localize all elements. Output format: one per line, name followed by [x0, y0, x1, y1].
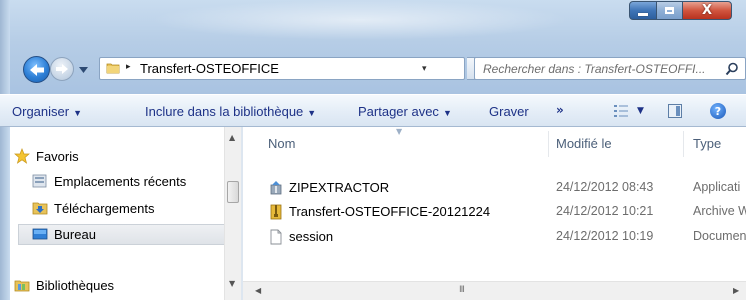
desktop-icon [32, 228, 48, 240]
nav-vertical-scrollbar[interactable]: ▲ ▼ [224, 127, 241, 300]
desktop-label: Bureau [54, 226, 96, 242]
column-header-modified[interactable]: Modifié le [556, 136, 612, 151]
breadcrumb[interactable]: Transfert-OSTEOFFICE [140, 61, 279, 76]
scroll-left-icon[interactable]: ◀ [255, 286, 261, 295]
recent-pages-dropdown[interactable] [78, 65, 88, 75]
sidebar-item-downloads[interactable]: Téléchargements [32, 198, 154, 218]
help-icon[interactable]: ? [710, 103, 726, 119]
back-arrow-icon [29, 63, 44, 76]
file-list: ▼ Nom Modifié le Type ZIPEXTRACTOR 24/12… [243, 127, 746, 300]
chevron-down-icon: ▼ [73, 108, 82, 118]
file-modified: 24/12/2012 10:21 [556, 204, 654, 218]
chevron-down-icon: ▼ [442, 108, 452, 118]
scroll-up-icon[interactable]: ▲ [229, 133, 235, 142]
downloads-label: Téléchargements [54, 200, 155, 216]
address-bar[interactable]: ▸ Transfert-OSTEOFFICE ▾ [99, 57, 465, 80]
close-button[interactable]: X [682, 1, 732, 20]
recent-places-label: Emplacements récents [54, 173, 187, 189]
sidebar-item-desktop[interactable]: Bureau [32, 224, 96, 244]
address-dropdown-icon[interactable]: ▾ [422, 64, 427, 74]
folder-icon [106, 63, 120, 74]
archive-icon [270, 204, 282, 220]
scroll-down-icon[interactable]: ▼ [229, 279, 235, 288]
scrollbar-grip[interactable]: III [459, 285, 465, 295]
burn-button[interactable]: Graver [489, 104, 529, 119]
file-modified: 24/12/2012 10:19 [556, 229, 654, 243]
file-type: Archive W [693, 204, 746, 218]
include-library-button[interactable]: Inclure dans la bibliothèque ▼ [145, 104, 316, 119]
glass-glow [150, 0, 570, 40]
include-library-label: Inclure dans la bibliothèque [145, 104, 304, 119]
sidebar-item-favorites[interactable]: Favoris [14, 146, 79, 166]
organise-label: Organiser [12, 104, 70, 119]
share-button[interactable]: Partager avec ▼ [358, 104, 452, 119]
search-icon[interactable] [725, 62, 739, 76]
maximize-icon [665, 7, 674, 14]
sidebar-item-libraries[interactable]: Bibliothèques [14, 275, 114, 295]
document-icon [270, 229, 282, 245]
chevron-down-icon [78, 67, 88, 73]
horizontal-scrollbar[interactable]: ◀ III ▶ [243, 281, 746, 300]
sidebar-item-recent-places[interactable]: Emplacements récents [32, 171, 186, 191]
column-header-name[interactable]: Nom [268, 136, 295, 151]
maximize-button[interactable] [656, 1, 683, 20]
zip-extractor-icon [270, 181, 282, 195]
table-row[interactable]: session 24/12/2012 10:19 Documen [243, 225, 746, 247]
more-commands-button[interactable]: » [556, 103, 564, 117]
scroll-right-icon[interactable]: ▶ [733, 286, 739, 295]
column-header-type[interactable]: Type [693, 136, 721, 151]
close-icon: X [701, 3, 713, 18]
navigation-pane: Favoris Emplacements récents Téléchargem… [10, 127, 230, 300]
file-name: ZIPEXTRACTOR [289, 180, 390, 195]
column-divider[interactable] [548, 131, 549, 157]
chevron-down-icon: ▼ [307, 108, 317, 118]
table-row[interactable]: ZIPEXTRACTOR 24/12/2012 08:43 Applicati [243, 176, 746, 198]
recent-places-icon [32, 174, 47, 188]
forward-button[interactable] [50, 57, 74, 81]
window-border [0, 0, 10, 300]
preview-pane-icon[interactable] [668, 104, 682, 118]
file-name: Transfert-OSTEOFFICE-20121224 [289, 204, 491, 219]
file-modified: 24/12/2012 08:43 [556, 180, 654, 194]
search-box[interactable]: Rechercher dans : Transfert-OSTEOFFI... [474, 57, 746, 80]
minimize-icon [638, 12, 648, 16]
favorites-label: Favoris [36, 148, 79, 164]
star-icon [14, 148, 30, 164]
libraries-icon [14, 280, 30, 292]
column-divider[interactable] [683, 131, 684, 157]
view-options-icon[interactable] [613, 104, 629, 118]
back-button[interactable] [23, 56, 50, 83]
share-label: Partager avec [358, 104, 439, 119]
forward-arrow-icon [56, 64, 68, 74]
breadcrumb-separator[interactable]: ▸ [126, 62, 131, 72]
file-name: session [289, 229, 334, 244]
file-type: Applicati [693, 180, 741, 194]
search-input[interactable]: Rechercher dans : Transfert-OSTEOFFI... [483, 62, 706, 76]
downloads-folder-icon [32, 202, 48, 215]
table-row[interactable]: Transfert-OSTEOFFICE-20121224 24/12/2012… [243, 200, 746, 222]
file-type: Documen [693, 229, 746, 243]
scrollbar-thumb[interactable] [227, 181, 239, 203]
command-bar: Organiser ▼ Inclure dans la bibliothèque ▼… [0, 94, 746, 127]
minimize-button[interactable] [629, 1, 657, 20]
libraries-label: Bibliothèques [36, 277, 115, 293]
sort-indicator-icon: ▼ [396, 127, 403, 136]
chevron-down-icon[interactable]: ▼ [637, 106, 644, 116]
organise-button[interactable]: Organiser ▼ [12, 104, 82, 119]
